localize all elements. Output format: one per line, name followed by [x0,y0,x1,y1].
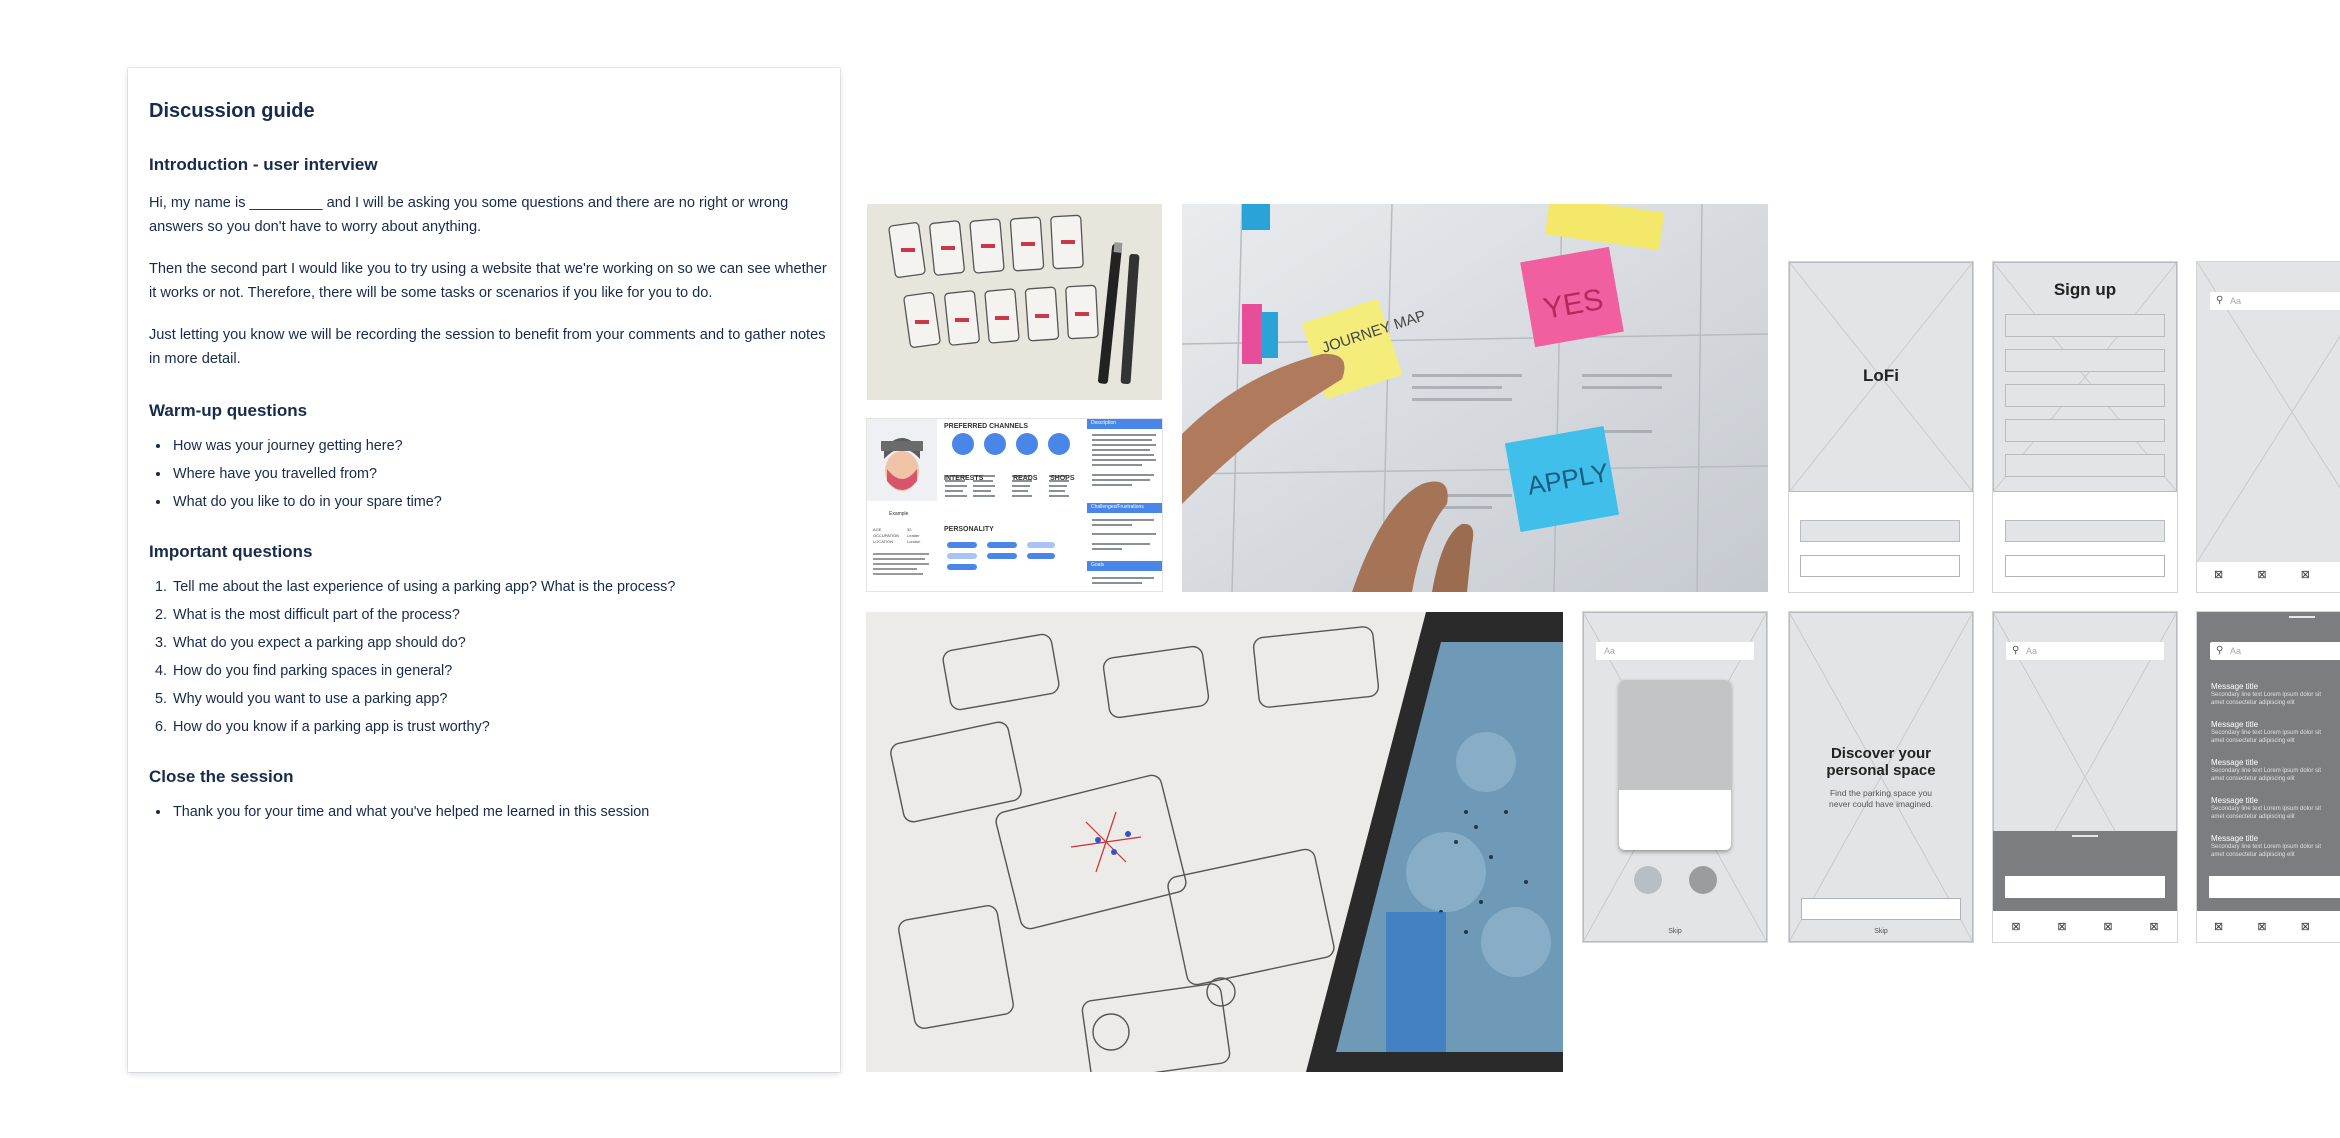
channels-heading: PREFERRED CHANNELS [944,423,1029,430]
list-item: How was your journey getting here? [171,437,828,456]
message-item[interactable]: Message title Secondary line text Lorem … [2211,720,2336,745]
sheet-handle[interactable] [2072,835,2098,837]
warmup-list: How was your journey getting here? Where… [149,437,828,512]
skip-link[interactable]: Skip [1789,928,1973,935]
list-item: How do you know if a parking app is trus… [171,718,828,737]
svg-text:LOCATION: LOCATION [873,539,893,544]
list-item: What do you like to do in your spare tim… [171,493,828,512]
tab-icon[interactable]: ⊠ [2103,920,2112,933]
search-input[interactable]: ⚲ Aa [2210,642,2340,660]
signup-submit[interactable] [2005,555,2165,577]
discover-title: Discover your personal space [1826,745,1936,779]
tab-icon[interactable]: ⊠ [2301,920,2310,933]
close-heading: Close the session [149,767,294,786]
tab-icon[interactable]: ⊠ [2214,920,2223,933]
sheet-handle[interactable] [2289,616,2315,618]
wireframe-signup[interactable]: Sign up [1993,262,2177,592]
signup-field[interactable] [2005,349,2165,372]
persona-challenges-heading: Challenges/Frustrations [1091,504,1144,510]
intro-heading: Introduction - user interview [149,155,378,174]
message-item[interactable]: Message title Secondary line text Lorem … [2211,834,2336,859]
list-item: Tell me about the last experience of usi… [171,578,828,597]
interests-heading: INTERESTS [944,475,984,482]
warmup-heading: Warm-up questions [149,401,308,420]
reads-heading: READS [1013,475,1038,482]
dislike-button[interactable] [1634,866,1662,894]
sheet-button[interactable] [2005,876,2165,898]
discover-button[interactable] [1801,898,1961,920]
persona-card: AGE 32 OCCUPATION Leader LOCATION London PR… [867,419,1162,591]
search-icon: ⚲ [2012,645,2020,656]
wireframe-messages[interactable]: ⚲ Aa Message title Secondary line text L… [2197,612,2340,942]
svg-text:AGE: AGE [873,527,882,532]
list-item: How do you find parking spaces in genera… [171,662,828,681]
wireframe-search[interactable]: ⚲ Aa ⊠ ⊠ ⊠ [2197,262,2340,592]
like-button[interactable] [1689,866,1717,894]
search-input[interactable]: Aa [1596,642,1754,660]
message-item[interactable]: Message title Secondary line text Lorem … [2211,796,2336,821]
svg-text:32: 32 [907,527,912,532]
tab-icon[interactable]: ⊠ [2057,920,2066,933]
message-item[interactable]: Message title Secondary line text Lorem … [2211,758,2336,783]
svg-text:Leader: Leader [907,533,920,538]
search-icon: ⚲ [2216,295,2224,306]
list-item: Thank you for your time and what you've … [171,803,828,822]
tab-bar: ⊠ ⊠ ⊠ [2197,568,2327,581]
card-preview[interactable] [1619,680,1731,850]
signup-title: Sign up [2053,280,2117,299]
lofi-title: LoFi [1863,366,1899,385]
important-list: Tell me about the last experience of usi… [149,578,828,737]
persona-description-heading: Description [1091,420,1117,426]
tab-icon[interactable]: ⊠ [2149,920,2158,933]
important-heading: Important questions [149,542,313,561]
message-item[interactable]: Message title Secondary line text Lorem … [2211,682,2336,707]
placeholder-input[interactable] [1800,555,1960,577]
tab-bar: ⊠ ⊠ ⊠ [2197,920,2327,933]
search-input[interactable]: ⚲ Aa [2210,292,2340,310]
intro-paragraph-3: Just letting you know we will be recordi… [149,327,826,367]
svg-text:London: London [907,539,920,544]
close-list: Thank you for your time and what you've … [149,803,828,822]
shops-heading: SHOPS [1050,475,1075,482]
persona-goals-heading: Goals [1091,562,1105,568]
list-item: Why would you want to use a parking app? [171,690,828,709]
wireframe-lofi[interactable]: LoFi [1789,262,1973,592]
discussion-guide-card: Discussion guide Introduction - user int… [128,68,840,1072]
bottom-sheet[interactable] [1993,831,2177,911]
placeholder-bar [1800,520,1960,542]
signup-field[interactable] [2005,419,2165,442]
sticky-notes-photo: YES JOURNEY MAP APPLY [1182,204,1768,592]
signup-field[interactable] [2005,384,2165,407]
intro-paragraph-1: Hi, my name is _________ and I will be a… [149,195,789,235]
signup-field[interactable] [2005,314,2165,337]
tab-icon[interactable]: ⊠ [2011,920,2020,933]
sketch-photo [867,204,1162,400]
sketch-tablet-photo [866,612,1563,1072]
tab-icon[interactable]: ⊠ [2214,568,2223,581]
tab-bar: ⊠ ⊠ ⊠ ⊠ [1993,920,2177,933]
placeholder-bar [2005,520,2165,542]
wireframe-discover[interactable]: Discover your personal space Find the pa… [1789,612,1973,942]
tab-icon[interactable]: ⊠ [2301,568,2310,581]
tab-icon[interactable]: ⊠ [2257,568,2266,581]
sheet-button[interactable] [2209,876,2340,898]
list-item: What is the most difficult part of the p… [171,606,828,625]
intro-paragraph-2: Then the second part I would like you to… [149,261,827,301]
svg-text:OCCUPATION: OCCUPATION [873,533,899,538]
skip-link[interactable]: Skip [1583,928,1767,935]
signup-field[interactable] [2005,454,2165,477]
search-icon: ⚲ [2216,645,2224,656]
wireframe-card[interactable]: Aa Skip [1583,612,1767,942]
search-input[interactable]: ⚲ Aa [2006,642,2164,660]
discover-subtitle: Find the parking space you never could h… [1829,788,1933,809]
wireframe-bottom-sheet[interactable]: ⚲ Aa ⊠ ⊠ ⊠ ⊠ [1993,612,2177,942]
tab-icon[interactable]: ⊠ [2257,920,2266,933]
doc-title: Discussion guide [149,100,315,122]
list-item: Where have you travelled from? [171,465,828,484]
list-item: What do you expect a parking app should … [171,634,828,653]
persona-name: Example [889,511,909,517]
personality-heading: PERSONALITY [944,526,994,533]
